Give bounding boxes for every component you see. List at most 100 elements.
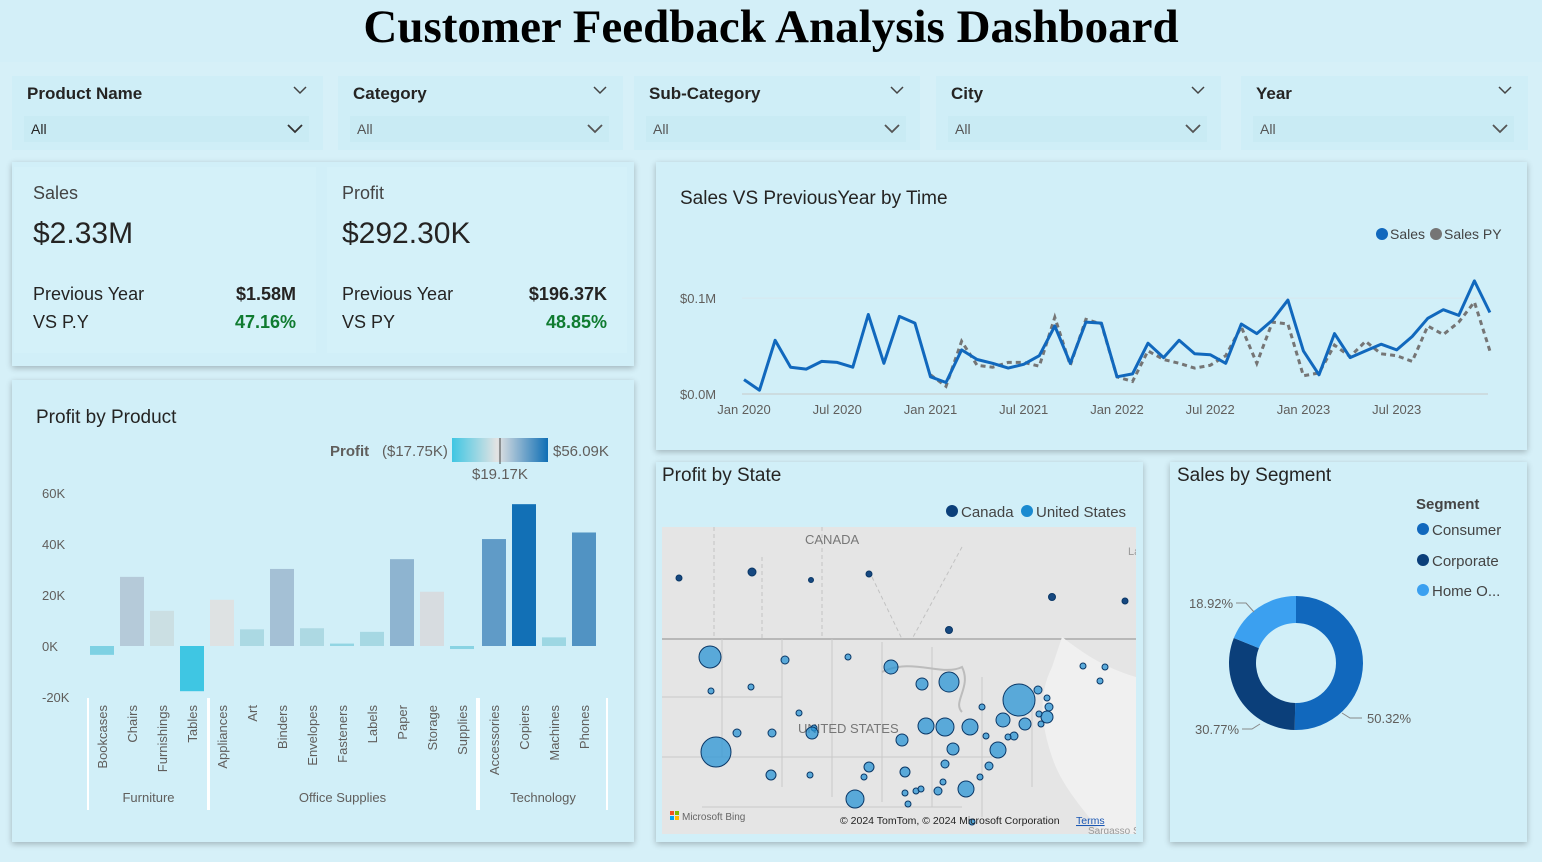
map-bubble[interactable] <box>917 717 935 735</box>
bar-chairs[interactable] <box>120 576 144 646</box>
map-bubble[interactable] <box>698 645 722 669</box>
chevron-down-icon[interactable] <box>890 83 904 97</box>
map-bubble[interactable] <box>1096 677 1104 685</box>
bar-bookcases[interactable] <box>90 646 114 655</box>
map-bubble[interactable] <box>700 736 732 768</box>
slicer-dropdown[interactable]: All <box>1253 116 1514 142</box>
bar-tables[interactable] <box>180 646 204 692</box>
series-line-sales-py[interactable] <box>929 298 1492 389</box>
map-bubble[interactable] <box>1002 683 1036 717</box>
chevron-down-icon[interactable] <box>293 83 307 97</box>
map-bubble[interactable] <box>989 741 1007 759</box>
map-bubble[interactable] <box>767 728 777 738</box>
slicer-product-name[interactable]: Product Name All <box>12 76 323 150</box>
kpi-card-profit[interactable]: Profit $292.30K Previous Year $196.37K V… <box>327 167 627 353</box>
map-bubble[interactable] <box>747 683 755 691</box>
bar-supplies[interactable] <box>450 646 474 650</box>
bar-chart[interactable]: Profit ($17.75K) $56.09K $19.17K 60K 40K 2… <box>12 380 634 842</box>
slicer-sub-category[interactable]: Sub-Category All <box>634 76 920 150</box>
bar-furnishings[interactable] <box>150 610 174 646</box>
map-bubble[interactable] <box>808 577 814 583</box>
map-bubble[interactable] <box>901 789 909 797</box>
chevron-down-icon[interactable] <box>593 83 607 97</box>
map-bubble[interactable] <box>899 766 911 778</box>
profit-by-product-visual[interactable]: Profit by Product Profit ($17.75K) $56.0… <box>12 380 634 842</box>
map-bubble[interactable] <box>957 780 975 798</box>
map-bubble[interactable] <box>1018 717 1032 731</box>
map-bubble[interactable] <box>935 717 955 737</box>
bar-storage[interactable] <box>420 591 444 646</box>
chevron-down-icon[interactable] <box>1498 83 1512 97</box>
bar-phones[interactable] <box>572 532 596 646</box>
map-bubble[interactable] <box>1037 720 1045 728</box>
donut-slice-corporate[interactable] <box>1229 638 1296 730</box>
map-bubble[interactable] <box>976 773 984 781</box>
map-bubble[interactable] <box>780 655 790 665</box>
map-bubble[interactable] <box>995 712 1011 728</box>
map-bubble[interactable] <box>1044 702 1054 712</box>
map-bubble[interactable] <box>732 728 742 738</box>
map-bubble[interactable] <box>806 771 814 779</box>
map-bubble[interactable] <box>863 761 875 773</box>
line-chart[interactable]: Sales Sales PY $0.0M $0.1M Jan 2020 Jul 20… <box>656 162 1527 450</box>
chevron-down-icon[interactable] <box>1191 83 1205 97</box>
map-bubble[interactable] <box>707 687 715 695</box>
map-bubble[interactable] <box>939 778 947 786</box>
bar-accessories[interactable] <box>482 539 506 646</box>
map-bubble[interactable] <box>961 718 979 736</box>
slicer-year[interactable]: Year All <box>1241 76 1528 150</box>
map-bubble[interactable] <box>860 773 868 781</box>
bar-art[interactable] <box>240 629 264 646</box>
bar-envelopes[interactable] <box>300 628 324 646</box>
kpi-card-sales[interactable]: Sales $2.33M Previous Year $1.58M VS P.Y… <box>14 167 316 353</box>
bar-copiers[interactable] <box>512 504 536 646</box>
map-bubble[interactable] <box>865 570 873 578</box>
map-bubble[interactable] <box>1043 694 1051 702</box>
map-bubble[interactable] <box>844 653 852 661</box>
map-bubble[interactable] <box>1004 733 1012 741</box>
slicer-dropdown[interactable]: All <box>646 116 906 142</box>
map-bubble[interactable] <box>933 786 943 796</box>
slicer-dropdown[interactable]: All <box>350 116 609 142</box>
map-bubble[interactable] <box>940 759 950 769</box>
map-bubble[interactable] <box>1035 710 1043 718</box>
series-line-sales[interactable] <box>743 279 1492 392</box>
bar-machines[interactable] <box>542 637 566 646</box>
donut-slice-consumer[interactable] <box>1294 596 1364 730</box>
map-bubble[interactable] <box>978 703 986 711</box>
bar-fasteners[interactable] <box>330 643 354 646</box>
slicer-dropdown[interactable]: All <box>24 116 309 142</box>
map-bubble[interactable] <box>895 733 909 747</box>
map-bubble[interactable] <box>1121 597 1129 605</box>
map-bubble[interactable] <box>845 789 865 809</box>
map-bubble[interactable] <box>675 574 683 582</box>
map-bubble[interactable] <box>747 567 757 577</box>
slicer-city[interactable]: City All <box>936 76 1221 150</box>
map-bubble[interactable] <box>1033 685 1043 695</box>
map-bubble[interactable] <box>938 671 960 693</box>
bar-paper[interactable] <box>390 559 414 646</box>
map-bubble[interactable] <box>915 677 929 691</box>
map-bubble[interactable] <box>982 732 990 740</box>
map-bubble[interactable] <box>1101 663 1109 671</box>
map-bubble[interactable] <box>1048 593 1056 601</box>
donut-slice-home-office[interactable] <box>1233 596 1296 649</box>
map-bubble[interactable] <box>984 761 994 771</box>
donut-chart[interactable]: Segment Consumer Corporate Home O... 50.… <box>1170 462 1527 842</box>
bar-labels[interactable] <box>360 631 384 646</box>
map-bubble[interactable] <box>904 800 912 808</box>
map-bubble[interactable] <box>795 709 803 717</box>
map-bubble[interactable] <box>805 726 819 740</box>
map-canvas[interactable]: CANADA UNITED STATES La Microsoft Bing ©… <box>662 527 1136 834</box>
bar-appliances[interactable] <box>210 599 234 646</box>
map-bubble[interactable] <box>945 626 953 634</box>
slicer-category[interactable]: Category All <box>338 76 623 150</box>
map-bubble[interactable] <box>765 769 777 781</box>
map-bubble[interactable] <box>946 742 960 756</box>
sales-vs-py-visual[interactable]: Sales VS PreviousYear by Time Sales Sale… <box>656 162 1527 450</box>
map-bubble[interactable] <box>917 785 925 793</box>
map-bubble[interactable] <box>883 659 899 675</box>
bar-binders[interactable] <box>270 568 294 646</box>
sales-by-segment-visual[interactable]: Sales by Segment Segment Consumer Corpor… <box>1170 462 1527 842</box>
slicer-dropdown[interactable]: All <box>948 116 1207 142</box>
